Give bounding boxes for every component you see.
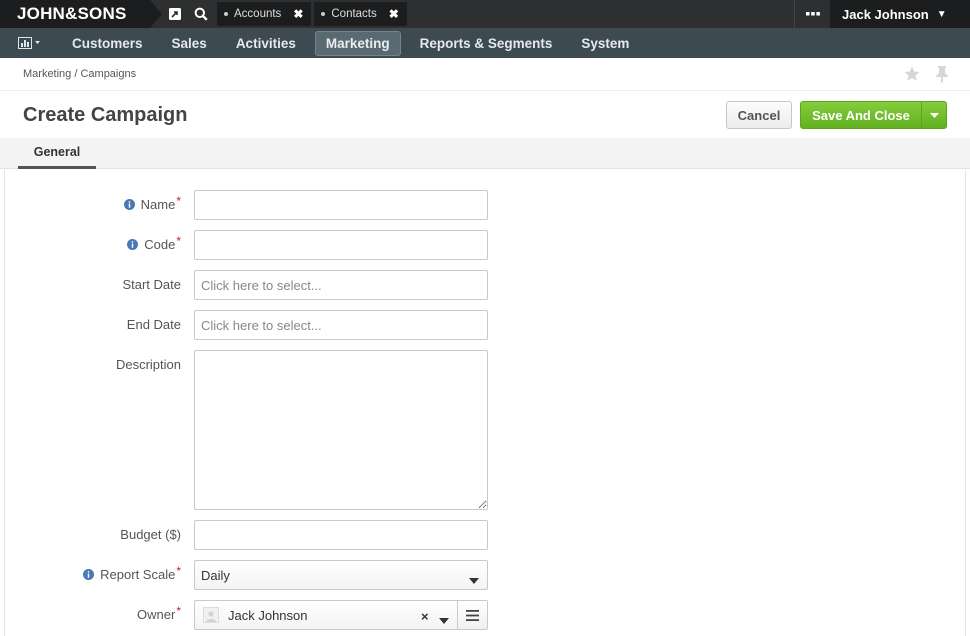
description-label: Description	[115, 357, 181, 372]
main-nav: Customers Sales Activities Marketing Rep…	[0, 28, 970, 58]
report-scale-select[interactable]: Daily	[194, 560, 488, 590]
pin-icon[interactable]	[934, 65, 950, 86]
bullet-icon	[321, 12, 326, 16]
report-scale-label: Report Scale *	[83, 564, 181, 582]
owner-select[interactable]: Jack Johnson ×	[194, 600, 458, 630]
external-link-icon[interactable]	[162, 0, 188, 28]
tab-general[interactable]: General	[18, 138, 96, 169]
save-and-close-button[interactable]: Save And Close	[800, 101, 922, 129]
end-date-label: End Date	[126, 317, 181, 332]
pinned-tab-label: Accounts	[234, 8, 282, 20]
nav-item-reports-segments[interactable]: Reports & Segments	[410, 32, 563, 55]
report-scale-value: Daily	[201, 567, 230, 583]
info-icon[interactable]	[83, 569, 95, 580]
close-icon[interactable]: ✖	[389, 7, 399, 21]
nav-item-sales[interactable]: Sales	[162, 32, 217, 55]
nav-item-activities[interactable]: Activities	[226, 32, 306, 55]
info-icon[interactable]	[127, 239, 139, 250]
page-header: Create Campaign Cancel Save And Close	[0, 92, 970, 138]
breadcrumb-bar: Marketing / Campaigns	[0, 58, 970, 91]
name-input[interactable]	[194, 190, 488, 220]
name-label: Name *	[123, 194, 181, 212]
top-bar: JOHN&SONS Accounts ✖ Contacts ✖ Jack Joh…	[0, 0, 970, 28]
star-icon[interactable]	[903, 65, 921, 86]
pinned-tab-contacts[interactable]: Contacts ✖	[314, 2, 407, 26]
description-textarea[interactable]	[194, 350, 488, 510]
caret-down-icon: ▼	[936, 8, 947, 20]
caret-down-icon	[469, 572, 479, 587]
bullet-icon	[224, 12, 228, 16]
pinned-tab-label: Contacts	[331, 8, 377, 20]
owner-value: Jack Johnson	[228, 607, 308, 623]
user-menu[interactable]: Jack Johnson ▼	[830, 0, 970, 28]
nav-item-marketing[interactable]: Marketing	[314, 30, 401, 56]
budget-input[interactable]	[194, 520, 488, 550]
page-title: Create Campaign	[23, 104, 188, 126]
owner-label: Owner *	[137, 603, 181, 623]
code-input[interactable]	[194, 230, 488, 260]
close-icon[interactable]: ✖	[293, 7, 303, 21]
user-name: Jack Johnson	[842, 6, 929, 22]
nav-item-system[interactable]: System	[571, 32, 639, 55]
end-date-input[interactable]	[194, 310, 488, 340]
breadcrumb[interactable]: Marketing / Campaigns	[23, 68, 136, 80]
bar-chart-icon[interactable]	[10, 31, 50, 55]
form-tabs: General	[0, 138, 970, 169]
cancel-button[interactable]: Cancel	[726, 101, 792, 129]
list-icon[interactable]	[457, 600, 488, 630]
caret-down-icon[interactable]	[439, 612, 449, 627]
avatar	[203, 607, 219, 623]
code-label: Code *	[127, 234, 181, 252]
ellipsis-icon[interactable]	[794, 0, 830, 28]
start-date-input[interactable]	[194, 270, 488, 300]
nav-item-customers[interactable]: Customers	[62, 32, 153, 55]
pinned-tab-accounts[interactable]: Accounts ✖	[217, 2, 312, 26]
save-options-caret-icon[interactable]	[921, 101, 947, 129]
app-logo[interactable]: JOHN&SONS	[0, 0, 162, 28]
budget-label: Budget ($)	[120, 527, 181, 542]
clear-icon[interactable]: ×	[421, 609, 429, 624]
search-icon[interactable]	[188, 0, 214, 28]
info-icon[interactable]	[123, 199, 135, 210]
campaign-form: Name* Code* Start Date End Date Descript…	[4, 170, 966, 636]
start-date-label: Start Date	[122, 277, 181, 292]
